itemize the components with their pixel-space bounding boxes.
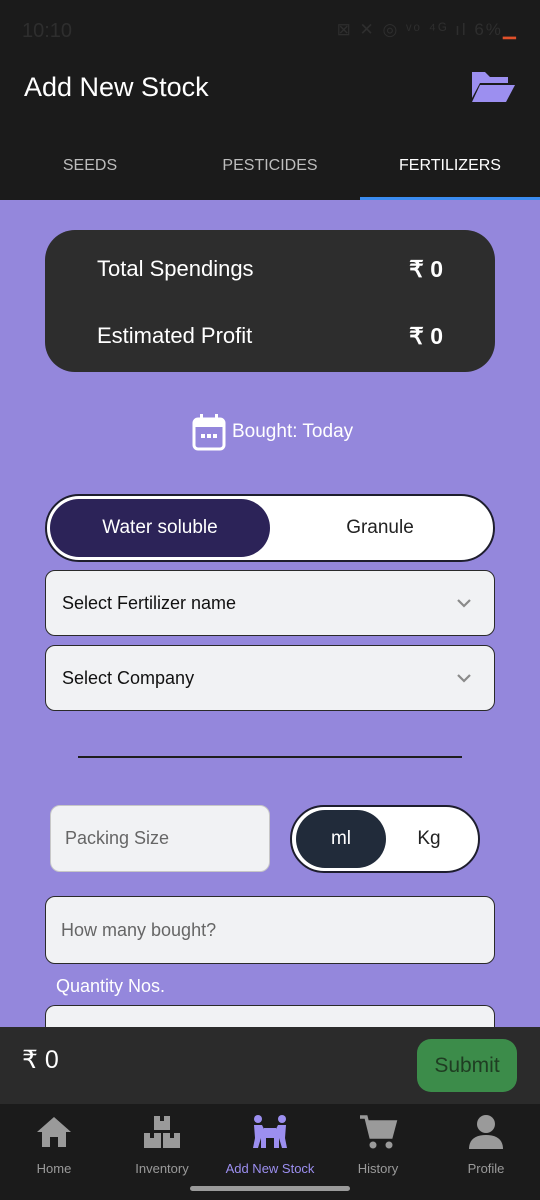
home-icon [37,1117,71,1147]
spendings-label: Total Spendings [97,256,254,281]
nav-inventory-label: Inventory [135,1161,189,1176]
packing-size-placeholder: Packing Size [65,828,170,848]
quantity-label: Quantity Nos. [56,976,166,996]
user-icon [469,1115,503,1149]
tab-pesticides[interactable]: PESTICIDES [180,140,360,200]
fertilizer-name-value: Select Fertilizer name [62,592,237,613]
status-icons: ⊠ ✕ ◎ ᵛᵒ ⁴ᴳ ıl 6%▁ [337,20,518,40]
nav-add-new-stock-label: Add New Stock [225,1161,315,1176]
status-time: 10:10 [22,20,73,42]
summary-card: Total Spendings ₹ 0 Estimated Profit ₹ 0 [45,230,495,372]
unit-kg-option[interactable]: Kg [384,810,474,868]
packing-size-input[interactable]: Packing Size [50,805,270,872]
quantity-placeholder: How many bought? [61,919,217,940]
total-bar: ₹ 0 Submit [0,1027,540,1104]
app-bar: Add New Stock SEEDS PESTICIDES FERTILIZE… [0,60,540,200]
home-indicator[interactable] [190,1186,350,1191]
nav-history-label: History [357,1161,399,1176]
submit-button[interactable]: Submit [417,1039,517,1092]
cart-icon [360,1115,398,1149]
calendar-icon [192,414,226,451]
battery-icon: ▁ [502,20,518,39]
divider [78,756,462,758]
folder-open-icon[interactable] [470,68,516,104]
company-value: Select Company [62,667,195,688]
total-amount: ₹ 0 [22,1046,59,1074]
company-select[interactable]: Select Company [45,645,495,711]
spendings-value: ₹ 0 [409,256,443,282]
fertilizer-type-toggle: Water soluble Granule [45,494,495,562]
spendings-row: Total Spendings ₹ 0 [97,256,443,283]
status-indicators: ⊠ ✕ ◎ ᵛᵒ ⁴ᴳ ıl 6% [336,20,503,39]
water-soluble-option[interactable]: Water soluble [50,499,270,557]
profit-label: Estimated Profit [97,323,253,348]
fertilizer-name-select[interactable]: Select Fertilizer name [45,570,495,636]
chevron-down-icon [457,599,471,608]
unit-ml-option[interactable]: ml [296,810,386,868]
tab-seeds[interactable]: SEEDS [0,140,180,200]
status-bar: 10:10 ⊠ ✕ ◎ ᵛᵒ ⁴ᴳ ıl 6%▁ [0,0,540,60]
profit-value: ₹ 0 [409,323,443,349]
boxes-icon [144,1116,180,1148]
nav-profile-label: Profile [467,1161,505,1176]
profit-row: Estimated Profit ₹ 0 [97,323,443,350]
nav-home-label: Home [36,1161,72,1176]
tab-fertilizers[interactable]: FERTILIZERS [360,140,540,200]
unit-toggle: ml Kg [290,805,480,873]
people-carry-icon [253,1115,287,1148]
granule-option[interactable]: Granule [270,499,490,557]
chevron-down-icon [457,674,471,683]
bought-label: Bought: Today [232,421,354,442]
tab-bar: SEEDS PESTICIDES FERTILIZERS [0,140,540,200]
nav-home[interactable]: Home [0,1104,108,1200]
nav-profile[interactable]: Profile [432,1104,540,1200]
quantity-input[interactable]: How many bought? [45,896,495,964]
bought-date-picker[interactable]: Bought: Today [192,413,353,451]
page-title: Add New Stock [24,72,209,102]
